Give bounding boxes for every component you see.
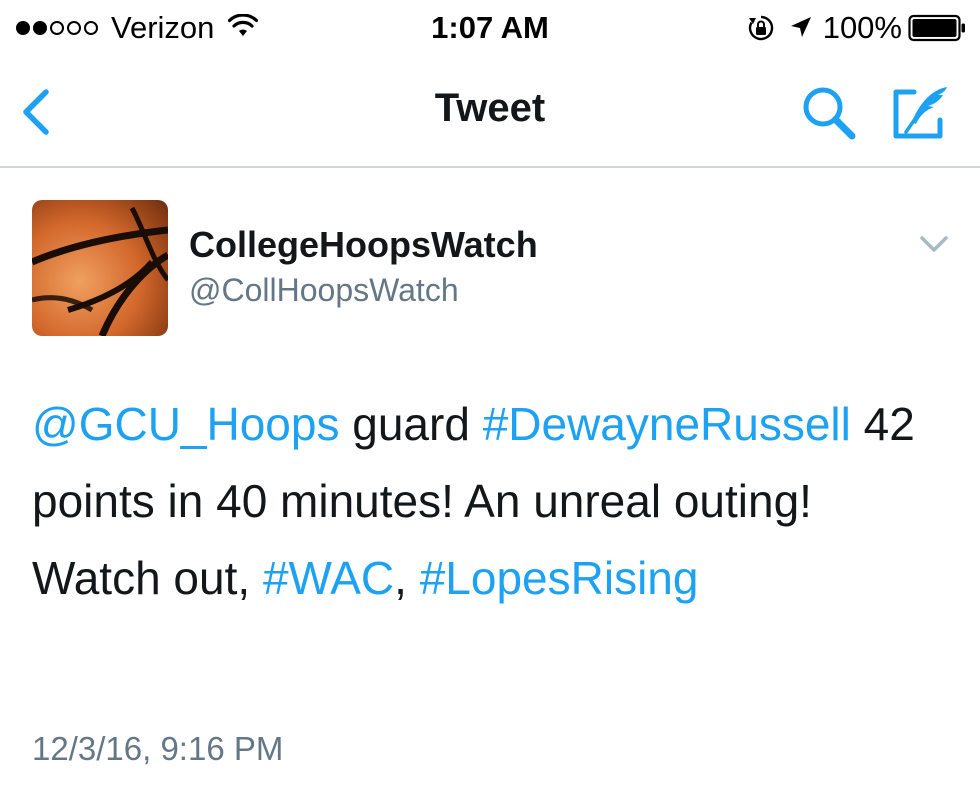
hashtag-link[interactable]: #DewayneRussell xyxy=(483,398,851,450)
compose-button[interactable] xyxy=(890,84,950,142)
navigation-bar: Tweet xyxy=(0,56,980,168)
chevron-down-icon xyxy=(920,236,948,252)
basketball-avatar-image xyxy=(32,200,168,336)
location-icon xyxy=(789,15,813,41)
compose-icon xyxy=(893,87,947,139)
tweet-text-segment: guard xyxy=(339,398,483,450)
tweet-detail: CollegeHoopsWatch @CollHoopsWatch @GCU_H… xyxy=(0,168,980,801)
tweet-options-button[interactable] xyxy=(918,232,950,256)
tweet-text: @GCU_Hoops guard #DewayneRussell 42 poin… xyxy=(32,386,952,617)
user-handle[interactable]: @CollHoopsWatch xyxy=(189,272,459,309)
battery-percentage: 100% xyxy=(822,10,902,45)
battery-icon xyxy=(908,14,966,42)
hashtag-link[interactable]: #LopesRising xyxy=(420,552,699,604)
hashtag-link[interactable]: #WAC xyxy=(263,552,394,604)
display-name[interactable]: CollegeHoopsWatch xyxy=(189,224,538,266)
status-bar: Verizon 1:07 AM 100% xyxy=(0,0,980,56)
tweet-timestamp: 12/3/16, 9:16 PM xyxy=(32,730,284,767)
avatar[interactable] xyxy=(32,200,168,336)
tweet-text-segment: , xyxy=(394,552,420,604)
search-icon xyxy=(803,87,856,140)
status-right: 100% xyxy=(747,10,966,46)
search-button[interactable] xyxy=(800,84,858,142)
rotation-lock-icon xyxy=(747,14,775,42)
mention-link[interactable]: @GCU_Hoops xyxy=(32,398,339,450)
